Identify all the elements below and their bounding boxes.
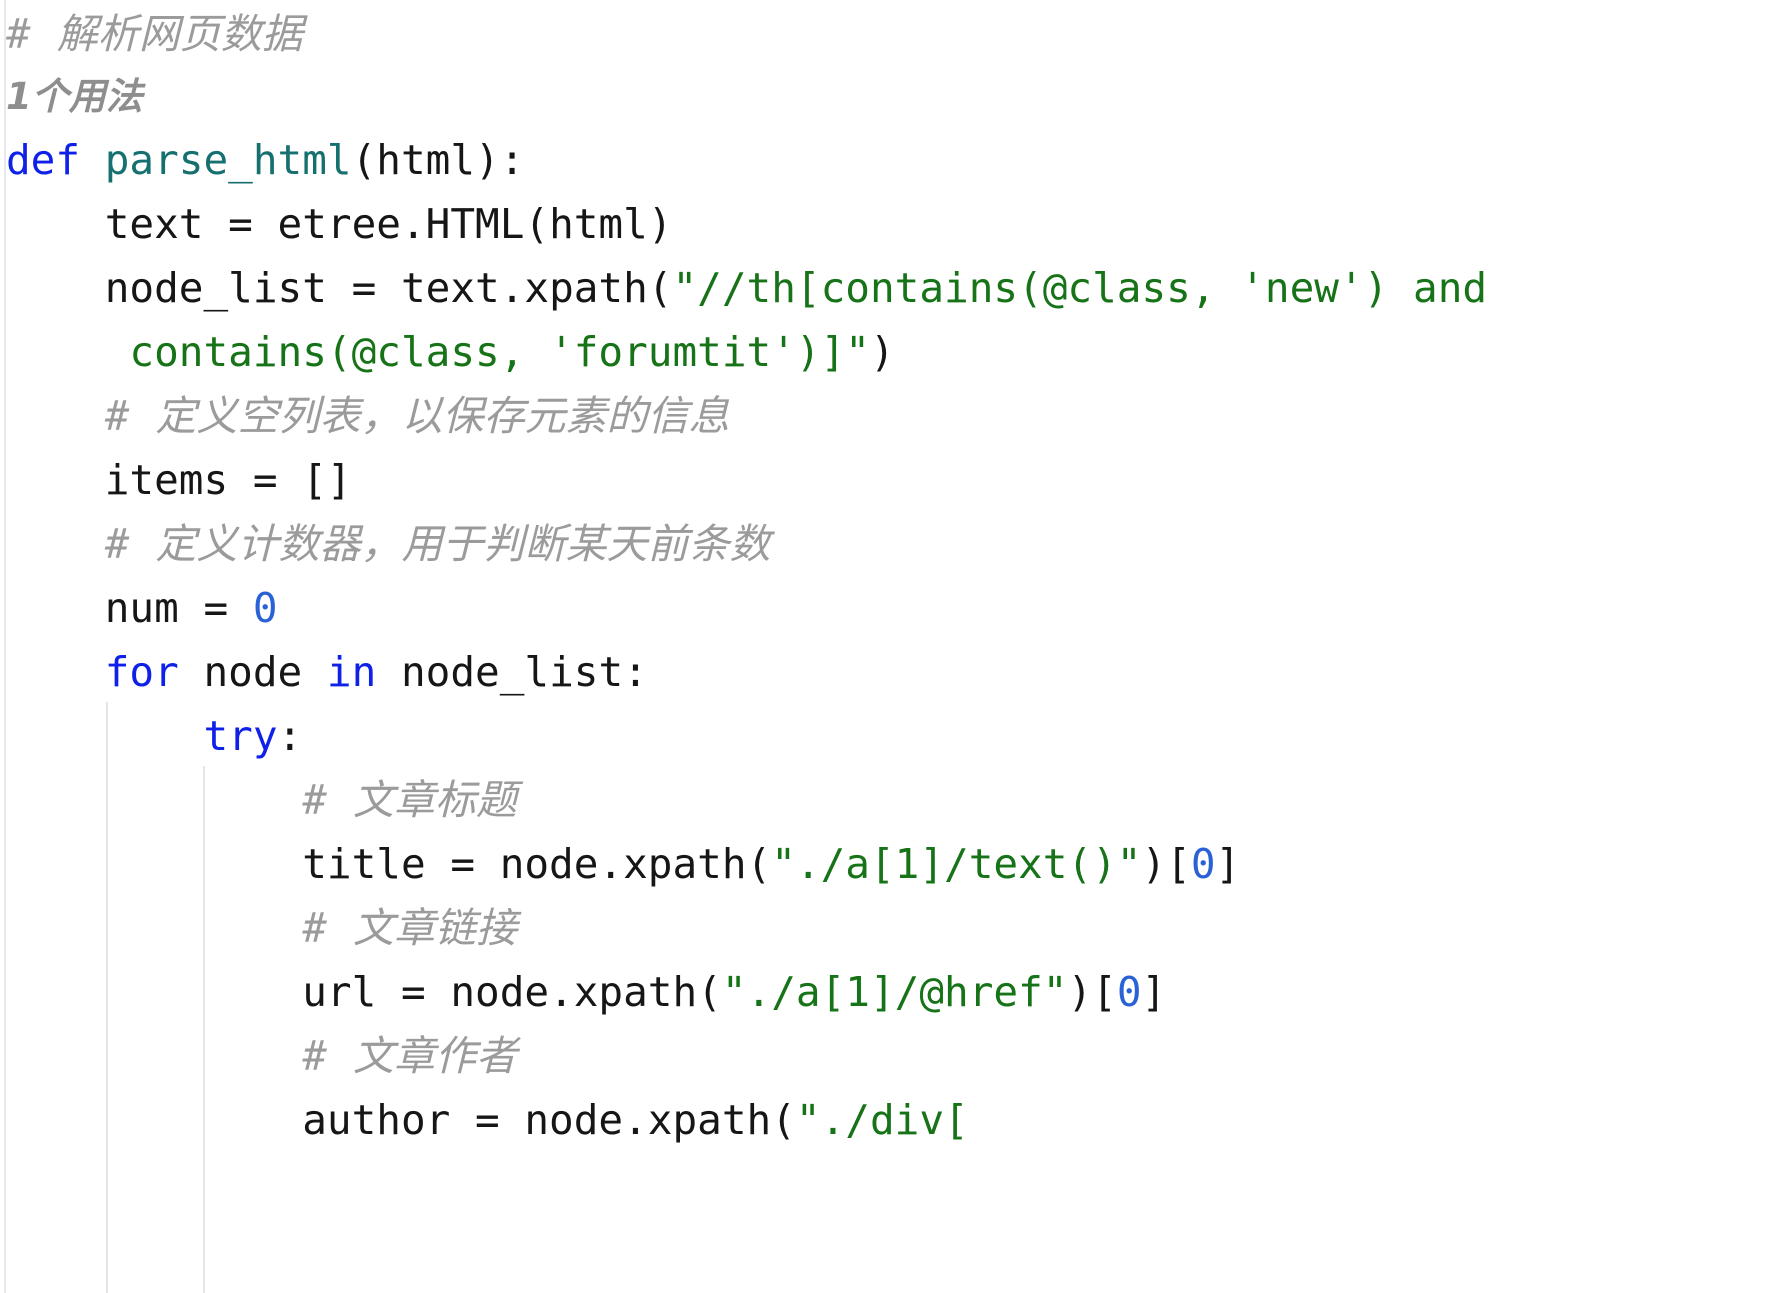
number-literal: 0 — [1190, 840, 1216, 888]
number-literal: 0 — [252, 584, 278, 632]
comment-gap — [129, 520, 155, 568]
code-line[interactable]: # 文章标题 — [0, 768, 1765, 832]
code-line[interactable]: url = node.xpath("./a[1]/@href")[0] — [0, 960, 1765, 1024]
code-line[interactable]: # 文章链接 — [0, 896, 1765, 960]
code-line[interactable]: items = [] — [0, 448, 1765, 512]
code-line[interactable]: author = node.xpath("./div[ — [0, 1088, 1765, 1152]
close-and-index: )[ — [1067, 968, 1117, 1016]
comment-body: 解析网页数据 — [56, 10, 303, 58]
comment-hash: # — [302, 904, 327, 952]
code-line[interactable]: def parse_html(html): — [0, 128, 1765, 192]
comment-body: 定义计数器，用于判断某天前条数 — [155, 520, 771, 568]
comment-body: 文章标题 — [352, 776, 517, 824]
function-params: (html): — [351, 136, 525, 184]
keyword-for: for — [104, 648, 179, 696]
statement: text = etree.HTML(html) — [104, 200, 673, 248]
iterable: node_list: — [376, 648, 648, 696]
code-line[interactable]: num = 0 — [0, 576, 1765, 640]
comment-body: 文章链接 — [352, 904, 517, 952]
code-line[interactable]: title = node.xpath("./a[1]/text()")[0] — [0, 832, 1765, 896]
code-line[interactable]: # 定义计数器，用于判断某天前条数 — [0, 512, 1765, 576]
comment-body: 定义空列表，以保存元素的信息 — [155, 392, 730, 440]
code-line[interactable]: # 文章作者 — [0, 1024, 1765, 1088]
assignment-call: node_list = text.xpath( — [104, 264, 673, 312]
assignment: num = — [104, 584, 253, 632]
statement: items = [] — [104, 456, 352, 504]
comment-gap — [129, 392, 155, 440]
comment-text — [31, 10, 57, 58]
comment-hash: # — [302, 1032, 327, 1080]
string-literal: "./div[ — [795, 1096, 969, 1144]
string-literal-part-1: "//th[contains(@class, 'new') and — [672, 264, 1488, 312]
code-line[interactable]: for node in node_list: — [0, 640, 1765, 704]
comment-gap — [327, 904, 353, 952]
string-literal: "./a[1]/@href" — [721, 968, 1068, 1016]
assignment-call: title = node.xpath( — [302, 840, 772, 888]
index-close: ] — [1215, 840, 1241, 888]
close-and-index: )[ — [1141, 840, 1191, 888]
assignment-call: author = node.xpath( — [302, 1096, 796, 1144]
comment-hash: # — [104, 520, 130, 568]
comment-hash: # — [302, 776, 327, 824]
colon: : — [277, 712, 303, 760]
comment-hash: # — [104, 392, 130, 440]
comment-gap — [327, 776, 353, 824]
keyword-def: def — [6, 136, 81, 184]
function-name: parse_html — [104, 136, 352, 184]
code-line[interactable]: # 定义空列表，以保存元素的信息 — [0, 384, 1765, 448]
code-line[interactable]: # 解析网页数据 — [0, 2, 1765, 66]
number-literal: 0 — [1116, 968, 1142, 1016]
comment-gap — [327, 1032, 353, 1080]
code-line[interactable]: text = etree.HTML(html) — [0, 192, 1765, 256]
string-literal: "./a[1]/text()" — [771, 840, 1142, 888]
string-literal-part-2: contains(@class, 'forumtit')]" — [104, 328, 870, 376]
keyword-try: try — [203, 712, 278, 760]
loop-variable: node — [178, 648, 327, 696]
index-close: ] — [1141, 968, 1167, 1016]
codelens-reference-count[interactable]: 1个用法 — [0, 66, 1765, 128]
code-line[interactable]: node_list = text.xpath("//th[contains(@c… — [0, 256, 1765, 320]
code-line[interactable]: try: — [0, 704, 1765, 768]
code-line-wrapped[interactable]: contains(@class, 'forumtit')]") — [0, 320, 1765, 384]
call-close-paren: ) — [869, 328, 895, 376]
code-content[interactable]: # 解析网页数据 1个用法 def parse_html(html): text… — [0, 0, 1765, 1152]
code-editor[interactable]: # 解析网页数据 1个用法 def parse_html(html): text… — [0, 0, 1765, 1293]
comment-hash: # — [6, 10, 31, 58]
comment-body: 文章作者 — [352, 1032, 517, 1080]
assignment-call: url = node.xpath( — [302, 968, 722, 1016]
keyword-in: in — [326, 648, 377, 696]
